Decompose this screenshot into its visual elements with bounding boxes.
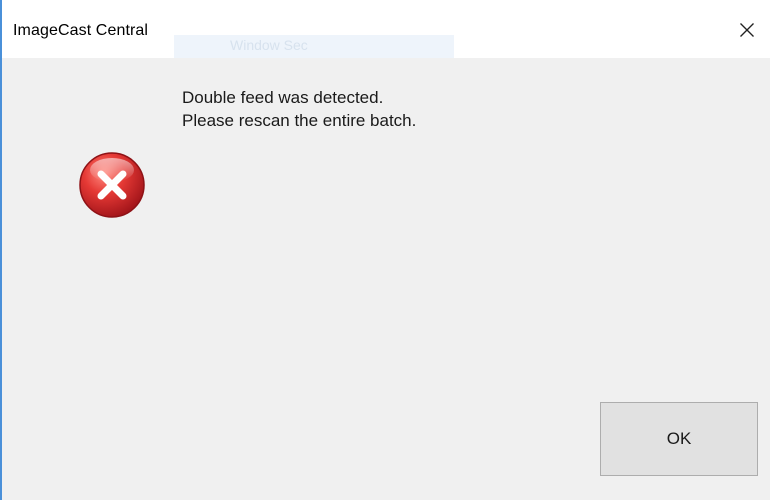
close-button[interactable]: [724, 10, 770, 50]
message-line-1: Double feed was detected.: [182, 88, 384, 107]
error-icon: [79, 152, 145, 218]
close-icon: [740, 23, 754, 37]
message-line-2: Please rescan the entire batch.: [182, 111, 417, 130]
background-window-ghost-text: Window Sec: [230, 37, 308, 53]
ok-button[interactable]: OK: [600, 402, 758, 476]
error-message: Double feed was detected. Please rescan …: [182, 86, 416, 132]
background-window-ghost: [174, 35, 454, 58]
title-bar[interactable]: Window Sec ImageCast Central: [2, 0, 770, 58]
window-title: ImageCast Central: [13, 22, 149, 39]
dialog-window: Window Sec ImageCast Central Double feed…: [0, 0, 770, 500]
dialog-body: Double feed was detected. Please rescan …: [2, 58, 770, 500]
